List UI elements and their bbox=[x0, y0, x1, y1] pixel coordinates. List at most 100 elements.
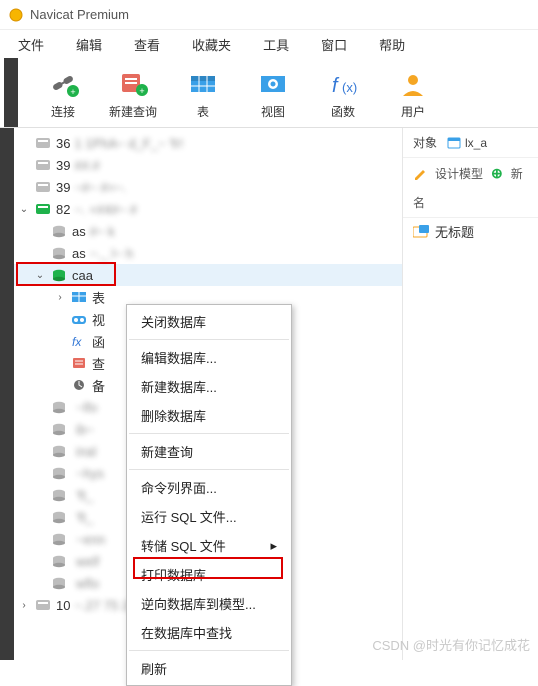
menu-item-label: 编辑数据库... bbox=[141, 348, 217, 367]
menu-窗口[interactable]: 窗口 bbox=[307, 31, 361, 58]
tab-model[interactable]: lx_a bbox=[447, 136, 487, 150]
toolbar-sidecap bbox=[4, 58, 18, 127]
menu-item[interactable]: 运行 SQL 文件... bbox=[127, 502, 291, 531]
function-icon: f(x) bbox=[308, 65, 378, 101]
tree-row[interactable]: 39~#~ #=~. bbox=[14, 176, 402, 198]
menu-separator bbox=[129, 433, 289, 434]
tree-row[interactable]: as#~ k bbox=[14, 220, 402, 242]
tree-label: 39 bbox=[56, 158, 70, 173]
tree-label: 39 bbox=[56, 180, 70, 195]
menu-item-label: 关闭数据库 bbox=[141, 312, 206, 331]
tree-row[interactable]: 361 1PhA~ d_F_~ 'fr! bbox=[14, 132, 402, 154]
db-gray-icon bbox=[50, 575, 68, 591]
db-green-icon bbox=[50, 267, 68, 283]
toolbar-view-button[interactable]: 视图 bbox=[238, 65, 308, 120]
toolbar-connect-button[interactable]: +连接 bbox=[28, 65, 98, 120]
tree-row[interactable]: 39##.# bbox=[14, 154, 402, 176]
menu-item[interactable]: 命令列界面... bbox=[127, 473, 291, 502]
menu-工具[interactable]: 工具 bbox=[249, 31, 303, 58]
tab-objects[interactable]: 对象 bbox=[413, 134, 437, 151]
menu-帮助[interactable]: 帮助 bbox=[365, 31, 419, 58]
submenu-arrow-icon: ▸ bbox=[270, 538, 277, 554]
menu-separator bbox=[129, 339, 289, 340]
menu-item-label: 刷新 bbox=[141, 659, 167, 678]
db-gray-icon bbox=[50, 443, 68, 459]
toolbar-label: 函数 bbox=[308, 103, 378, 120]
menu-item[interactable]: 新建数据库... bbox=[127, 372, 291, 401]
blurred-text: ib~ bbox=[76, 422, 94, 437]
menu-文件[interactable]: 文件 bbox=[4, 31, 58, 58]
tree-label: 36 bbox=[56, 136, 70, 151]
new-button[interactable]: 新 bbox=[511, 165, 523, 182]
qry-icon bbox=[70, 355, 88, 371]
tree-row[interactable]: ⌄82~. +#4#~ # bbox=[14, 198, 402, 220]
newquery-icon: + bbox=[98, 65, 168, 101]
tree-label: 82 bbox=[56, 202, 70, 217]
toolbar-label: 视图 bbox=[238, 103, 308, 120]
conn-green-icon bbox=[34, 201, 52, 217]
right-panel: 对象 lx_a 设计模型 ⊕ 新 名 无标题 bbox=[402, 128, 538, 660]
blurred-text: ~enn bbox=[76, 532, 105, 547]
conn-gray-icon bbox=[34, 597, 52, 613]
db-gray-icon bbox=[50, 421, 68, 437]
db-gray-icon bbox=[50, 399, 68, 415]
db-gray-icon bbox=[50, 245, 68, 261]
menu-item[interactable]: 打印数据库 bbox=[127, 560, 291, 589]
chevron-right-icon[interactable]: › bbox=[54, 292, 66, 303]
column-header-name: 名 bbox=[403, 188, 538, 218]
list-item[interactable]: 无标题 bbox=[403, 218, 538, 245]
menu-item-label: 在数据库中查找 bbox=[141, 623, 232, 642]
db-gray-icon bbox=[50, 487, 68, 503]
tbl-icon bbox=[70, 289, 88, 305]
menu-item[interactable]: 编辑数据库... bbox=[127, 343, 291, 372]
menu-item[interactable]: 新建查询 bbox=[127, 437, 291, 466]
db-gray-icon bbox=[50, 465, 68, 481]
blurred-text: 'ft_ bbox=[76, 510, 93, 525]
design-model-button[interactable]: 设计模型 bbox=[435, 165, 483, 182]
menu-item-label: 新建数据库... bbox=[141, 377, 217, 396]
toolbar-function-button[interactable]: f(x) 函数 bbox=[308, 65, 378, 120]
toolbar-label: 新建查询 bbox=[98, 103, 168, 120]
svg-text:+: + bbox=[139, 86, 144, 96]
tree-label: as bbox=[72, 246, 86, 261]
tree-label: 表 bbox=[92, 288, 105, 307]
user-icon bbox=[378, 65, 448, 101]
menu-item[interactable]: 删除数据库 bbox=[127, 401, 291, 430]
tree-row[interactable]: as~._ l~ h bbox=[14, 242, 402, 264]
blurred-text: #~ k bbox=[90, 224, 115, 239]
toolbar-label: 用户 bbox=[378, 103, 448, 120]
menu-item-label: 运行 SQL 文件... bbox=[141, 507, 237, 526]
view-icon bbox=[70, 311, 88, 327]
db-gray-icon bbox=[50, 509, 68, 525]
tree-row[interactable]: ⌄ caa bbox=[14, 264, 402, 286]
menu-查看[interactable]: 查看 bbox=[120, 31, 174, 58]
model-icon bbox=[447, 136, 461, 150]
menu-item[interactable]: 逆向数据库到模型... bbox=[127, 589, 291, 618]
menu-item-label: 命令列界面... bbox=[141, 478, 217, 497]
toolbar-newquery-button[interactable]: + 新建查询 bbox=[98, 65, 168, 120]
chevron-down-icon[interactable]: ⌄ bbox=[18, 204, 30, 215]
table-icon bbox=[168, 65, 238, 101]
toolbar-user-button[interactable]: 用户 bbox=[378, 65, 448, 120]
db-gray-icon bbox=[50, 553, 68, 569]
menu-separator bbox=[129, 469, 289, 470]
menu-编辑[interactable]: 编辑 bbox=[62, 31, 116, 58]
chevron-right-icon[interactable]: › bbox=[18, 600, 30, 611]
menu-item[interactable]: 在数据库中查找 bbox=[127, 618, 291, 647]
menu-收藏夹[interactable]: 收藏夹 bbox=[178, 31, 245, 58]
view-icon bbox=[238, 65, 308, 101]
watermark: CSDN @时光有你记忆成花 bbox=[372, 635, 530, 654]
db-gray-icon bbox=[50, 531, 68, 547]
menu-item[interactable]: 关闭数据库 bbox=[127, 307, 291, 336]
plus-icon[interactable]: ⊕ bbox=[491, 165, 503, 182]
menu-item[interactable]: 转储 SQL 文件▸ bbox=[127, 531, 291, 560]
menu-item[interactable]: 刷新 bbox=[127, 654, 291, 683]
pencil-icon[interactable] bbox=[413, 166, 427, 180]
menu-item-label: 新建查询 bbox=[141, 442, 193, 461]
db-gray-icon bbox=[50, 223, 68, 239]
left-gutter bbox=[0, 128, 14, 660]
tree-label: caa bbox=[72, 268, 93, 283]
chevron-down-icon[interactable]: ⌄ bbox=[34, 270, 46, 281]
tab-label: lx_a bbox=[465, 136, 487, 150]
toolbar-table-button[interactable]: 表 bbox=[168, 65, 238, 120]
